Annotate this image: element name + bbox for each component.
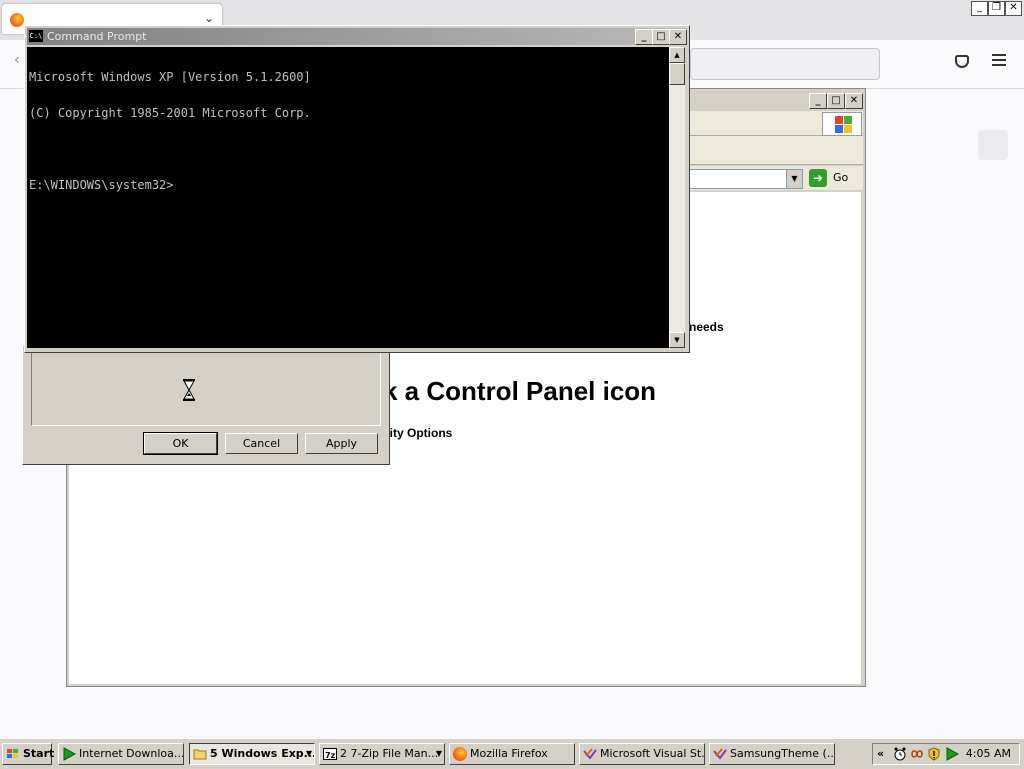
scroll-down-icon[interactable]: ▼ (669, 332, 685, 348)
firefox-restore-button[interactable]: ❐ (988, 1, 1005, 16)
scroll-up-icon[interactable]: ▲ (669, 47, 685, 63)
console-prompt-line: E:\WINDOWS\system32> (29, 178, 174, 192)
console-line: Microsoft Windows XP [Version 5.1.2600] (29, 70, 311, 84)
url-bar[interactable] (690, 48, 880, 80)
cp-minimize-button[interactable]: _ (809, 93, 827, 109)
taskbar-button-samsungtheme[interactable]: SamsungTheme (... (709, 743, 835, 765)
visual-studio-icon (583, 748, 597, 760)
hourglass-icon (183, 379, 195, 401)
go-label: Go (833, 171, 849, 184)
cmd-title: Command Prompt (47, 30, 147, 43)
taskbar-button-firefox[interactable]: Mozilla Firefox (449, 743, 575, 765)
windows-flag-icon (822, 112, 862, 136)
download-arrow-icon[interactable] (945, 747, 959, 761)
address-input[interactable]: ▼ (687, 169, 803, 189)
chevron-down-icon[interactable]: ⌄ (204, 11, 214, 25)
cmd-maximize-button[interactable]: □ (652, 29, 670, 45)
cmd-close-button[interactable]: ✕ (669, 29, 687, 45)
taskbar: Start Internet Downloa... 5 Windows Exp.… (0, 738, 1024, 769)
taskbar-button-windows-explorer[interactable]: 5 Windows Exp... ▼ (189, 743, 315, 765)
dialog-panel (31, 350, 381, 426)
cmd-icon[interactable]: C:\ (29, 30, 43, 42)
firefox-minimize-button[interactable]: _ (971, 1, 988, 16)
apply-button[interactable]: Apply (305, 433, 378, 454)
folder-icon (193, 749, 207, 760)
pocket-icon[interactable] (955, 55, 969, 68)
hamburger-menu-icon[interactable] (992, 54, 1006, 69)
firefox-icon (453, 747, 467, 761)
cmd-scrollbar[interactable]: ▲ ▼ (669, 47, 685, 348)
console-line: (C) Copyright 1985-2001 Microsoft Corp. (29, 106, 311, 120)
cancel-button[interactable]: Cancel (225, 433, 298, 454)
chevron-down-icon: ▼ (305, 749, 312, 758)
visual-studio-icon (713, 748, 727, 760)
start-button[interactable]: Start (2, 743, 55, 765)
taskbar-button-visual-studio[interactable]: Microsoft Visual St... (579, 743, 705, 765)
go-arrow-icon: ➜ (809, 169, 827, 187)
taskbar-button-7zip[interactable]: 7z 2 7-Zip File Man... ▼ (319, 743, 445, 765)
cp-close-button[interactable]: ✕ (845, 93, 863, 109)
infinity-icon[interactable] (910, 747, 924, 761)
svg-text:7z: 7z (325, 751, 336, 760)
properties-dialog: OK Cancel Apply (22, 345, 390, 465)
windows-logo-icon (7, 749, 19, 759)
cp-accessibility-link[interactable]: ility Options (383, 426, 452, 440)
address-dropdown-icon[interactable]: ▼ (786, 170, 802, 188)
cmd-console[interactable]: Microsoft Windows XP [Version 5.1.2600] … (27, 47, 669, 348)
scroll-thumb[interactable] (669, 63, 685, 85)
7zip-icon: 7z (323, 748, 337, 760)
cp-maximize-button[interactable]: □ (827, 93, 845, 109)
command-prompt-window: C:\ Command Prompt _ □ ✕ Microsoft Windo… (24, 25, 690, 353)
chevron-down-icon: ▼ (435, 749, 442, 758)
firefox-close-button[interactable]: ✕ (1005, 1, 1022, 16)
back-arrow-icon[interactable]: ‹ (14, 52, 20, 68)
tray-expand-icon[interactable]: « (877, 747, 884, 760)
firefox-icon (10, 13, 24, 27)
alarm-clock-icon[interactable] (893, 747, 907, 761)
cp-needs-text: needs (689, 320, 724, 334)
download-arrow-icon (63, 747, 76, 761)
clock[interactable]: 4:05 AM (966, 747, 1011, 760)
start-label: Start (23, 747, 55, 760)
security-shield-icon[interactable] (927, 747, 941, 761)
taskbar-button-internet-download[interactable]: Internet Downloa... (58, 743, 184, 765)
cmd-minimize-button[interactable]: _ (635, 29, 653, 45)
system-tray: « 4:05 AM (872, 743, 1020, 765)
cmd-title-bar[interactable]: C:\ Command Prompt _ □ ✕ (27, 28, 687, 45)
page-side-button[interactable] (978, 130, 1008, 160)
cp-pick-heading: k a Control Panel icon (383, 376, 657, 406)
ok-button[interactable]: OK (143, 432, 218, 455)
go-button[interactable]: ➜ Go (809, 169, 859, 187)
